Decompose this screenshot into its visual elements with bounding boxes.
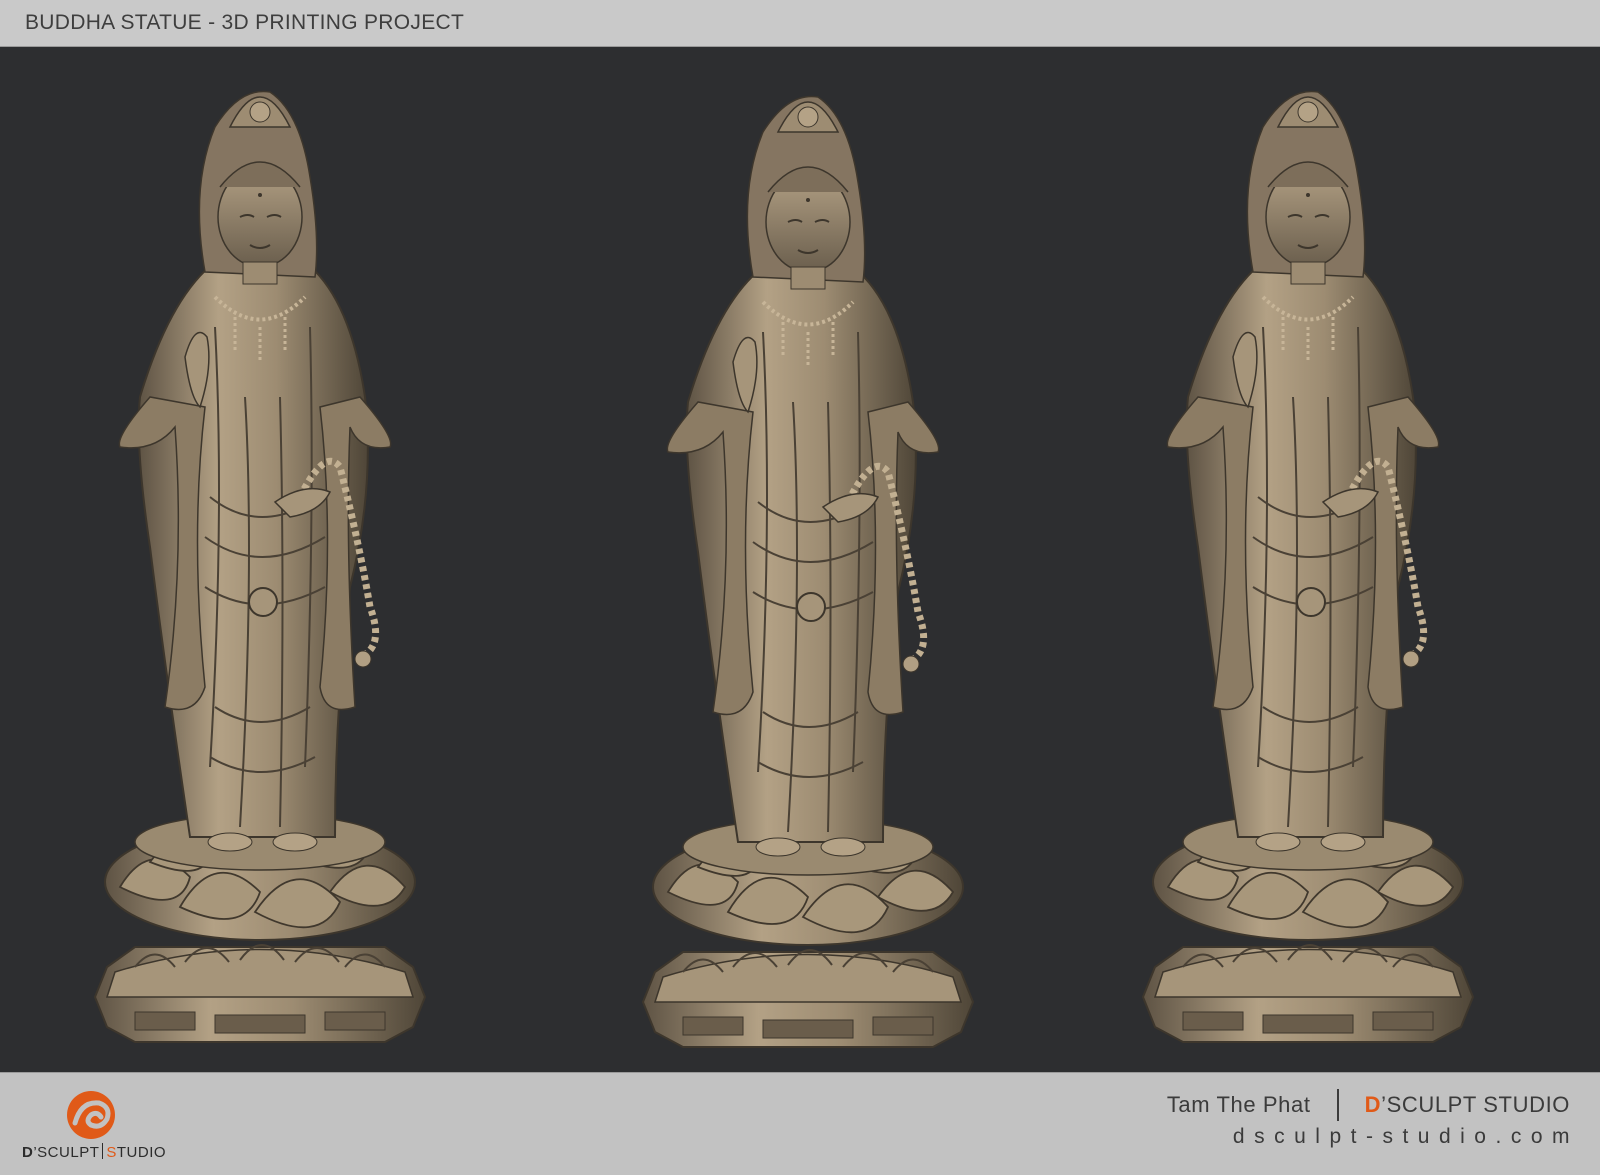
footer-bar: D’SCULPT STUDIO Tam The Phat D’SCULPT STU… (0, 1072, 1600, 1175)
logo-sculpt: ’SCULPT (33, 1144, 100, 1161)
artist-name: Tam The Phat (1166, 1092, 1311, 1117)
render-viewport (0, 47, 1600, 1072)
studio-name: D’SCULPT STUDIO (1365, 1092, 1570, 1118)
logo-d: D (22, 1144, 34, 1161)
logo-tudio: TUDIO (116, 1144, 167, 1161)
credit-divider (1336, 1089, 1339, 1121)
project-title: BUDDHA STATUE - 3D PRINTING PROJECT (25, 11, 465, 34)
logo-wordmark: D’SCULPT STUDIO (22, 1143, 166, 1161)
website-url[interactable]: dsculpt-studio.com (1167, 1125, 1579, 1149)
statue-view-center (643, 96, 973, 1047)
studio-name-rest: ’SCULPT STUDIO (1381, 1092, 1570, 1117)
credits: Tam The Phat D’SCULPT STUDIO dsculpt-stu… (1167, 1089, 1570, 1149)
statue-render (0, 47, 1600, 1072)
studio-name-initial: D (1364, 1092, 1382, 1117)
statue-view-left (95, 91, 425, 1042)
logo-divider (102, 1143, 104, 1159)
statue-view-right (1143, 91, 1473, 1042)
studio-logo: D’SCULPT STUDIO (18, 1087, 168, 1167)
title-bar: BUDDHA STATUE - 3D PRINTING PROJECT (0, 0, 1600, 47)
logo-s: S (106, 1144, 117, 1161)
credit-line: Tam The Phat D’SCULPT STUDIO (1167, 1089, 1570, 1121)
swirl-logo-icon (67, 1091, 115, 1139)
